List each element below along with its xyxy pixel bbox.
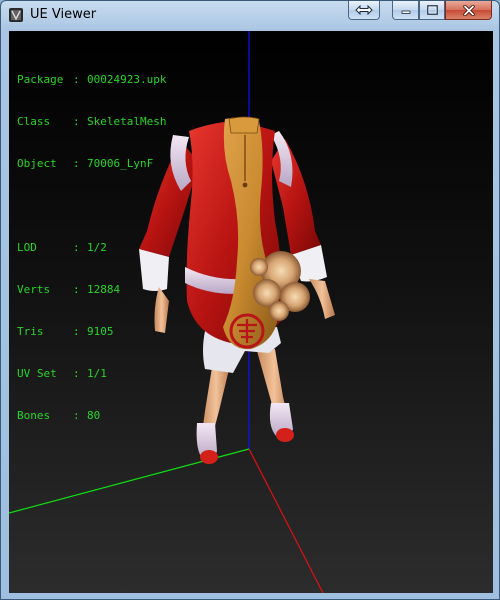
app-window: UE Viewer Package: 00024923.upk Class:… — [0, 0, 500, 600]
info-value: 9105 — [87, 325, 114, 338]
info-value: 12884 — [87, 283, 121, 296]
info-row-package: Package:00024923.upk — [17, 73, 166, 87]
info-label: Verts — [17, 283, 51, 296]
info-label: UV Set — [17, 367, 57, 380]
left-right-arrow-button[interactable] — [348, 1, 380, 20]
info-row-uvset: UV Set:1/1 — [17, 367, 166, 381]
info-separator: : — [73, 283, 80, 296]
info-row-verts: Verts:12884 — [17, 283, 166, 297]
info-row-object: Object:70006_LynF — [17, 157, 166, 171]
info-value: 1/2 — [87, 241, 107, 254]
mesh-info-overlay: Package:00024923.upk Class: SkeletalMesh … — [17, 45, 166, 451]
info-row-lod: LOD:1/2 — [17, 241, 166, 255]
info-label: LOD — [17, 241, 37, 254]
minimize-icon — [401, 10, 410, 14]
info-label: Class — [17, 115, 51, 128]
info-separator: : — [73, 115, 80, 128]
info-value: 00024923.upk — [87, 73, 167, 86]
info-label: Object — [17, 157, 57, 170]
info-separator: : — [73, 157, 80, 170]
info-label: Package — [17, 73, 64, 86]
3d-viewport[interactable]: Package:00024923.upk Class: SkeletalMesh … — [9, 31, 493, 593]
window-title: UE Viewer — [30, 7, 97, 22]
left-right-arrow-icon — [355, 5, 373, 15]
x-axis-line — [248, 448, 324, 593]
skeletal-mesh-model[interactable] — [139, 116, 335, 464]
info-value: 80 — [87, 409, 101, 422]
maximize-icon — [426, 5, 438, 15]
info-row-tris: Tris:9105 — [17, 325, 166, 339]
info-label: Tris — [17, 325, 44, 338]
info-row-class: Class: SkeletalMesh — [17, 115, 166, 129]
info-separator: : — [73, 241, 80, 254]
title-bar[interactable]: UE Viewer — [1, 1, 499, 29]
close-button[interactable] — [445, 1, 492, 20]
info-value: 1/1 — [87, 367, 107, 380]
maximize-button[interactable] — [419, 1, 445, 20]
info-value: SkeletalMesh — [87, 115, 167, 128]
info-value: 70006_LynF — [87, 157, 154, 170]
ue-viewer-app-icon — [9, 8, 23, 22]
info-label: Bones — [17, 409, 51, 422]
info-separator: : — [73, 409, 80, 422]
info-separator: : — [73, 325, 80, 338]
close-icon — [462, 4, 475, 16]
minimize-button[interactable] — [392, 1, 419, 20]
info-separator: : — [73, 73, 80, 86]
info-row-bones: Bones:80 — [17, 409, 166, 423]
info-separator: : — [73, 367, 80, 380]
